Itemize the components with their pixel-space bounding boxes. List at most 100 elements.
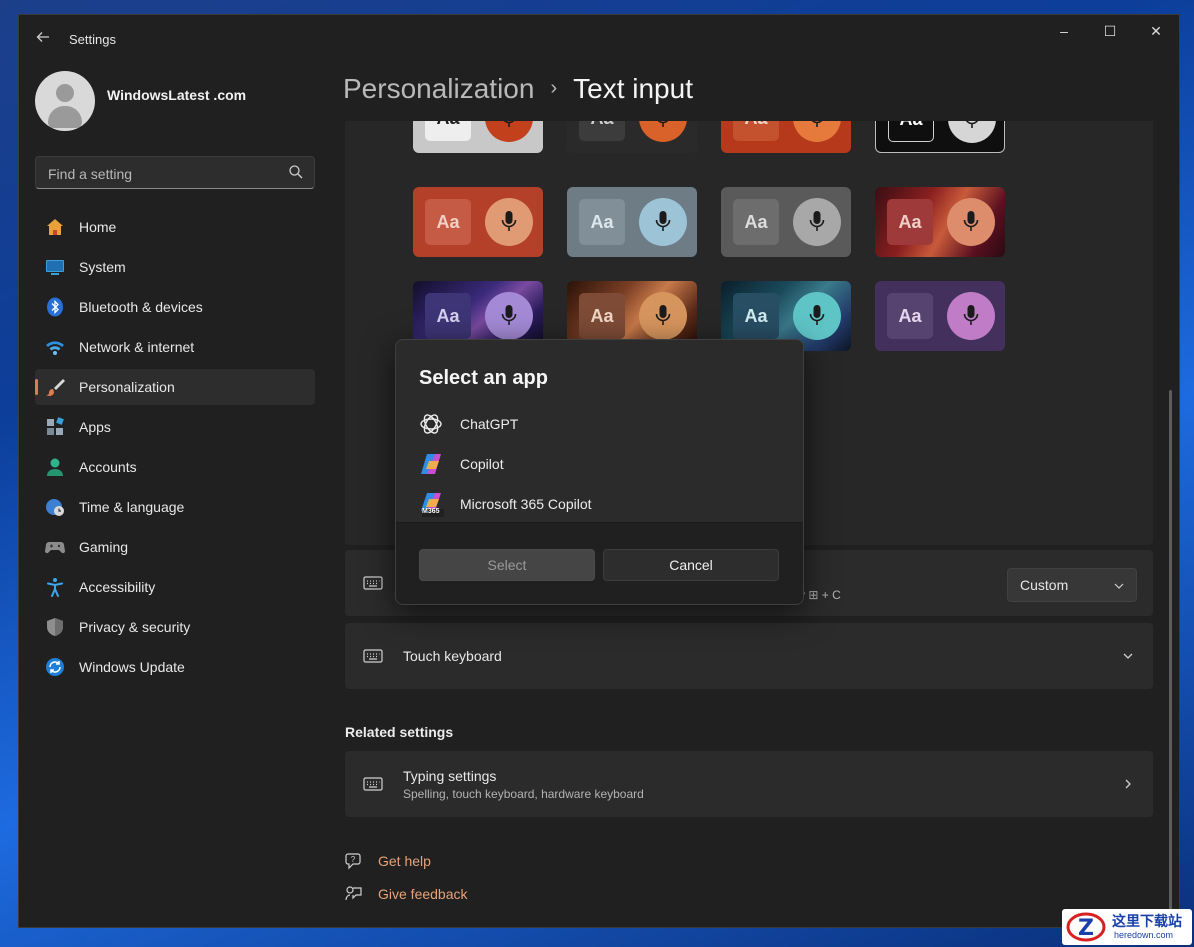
close-button[interactable]: ✕ (1133, 15, 1179, 47)
title-bar: Settings – ☐ ✕ (19, 15, 1179, 63)
microphone-icon (639, 121, 687, 142)
get-help-row[interactable]: ? Get help (345, 852, 431, 870)
app-option-label: Copilot (460, 456, 504, 472)
sidebar-item-label: Accounts (79, 459, 137, 475)
minimize-button[interactable]: – (1041, 15, 1087, 47)
theme-tile[interactable]: Aa (567, 121, 697, 153)
heredown-logo-icon: Z (1066, 912, 1106, 942)
sidebar-item-personalization[interactable]: Personalization (35, 369, 315, 405)
theme-tile[interactable]: Aa (721, 121, 851, 153)
select-button[interactable]: Select (419, 549, 595, 581)
theme-tile[interactable]: Aa (567, 187, 697, 257)
app-option-chatgpt[interactable]: ChatGPT (418, 410, 518, 438)
app-option-copilot[interactable]: Copilot (418, 450, 504, 478)
window-title: Settings (69, 32, 116, 47)
search-icon[interactable] (288, 164, 304, 180)
sidebar-item-system[interactable]: System (35, 249, 315, 285)
tile-preview-text: Aa (579, 121, 625, 141)
dropdown-value: Custom (1020, 577, 1069, 593)
dialog-footer: Select Cancel (396, 522, 803, 604)
tile-preview-text: Aa (887, 199, 933, 245)
chevron-right-icon (1125, 779, 1131, 789)
microphone-icon (485, 292, 533, 340)
copilot-icon (421, 454, 441, 474)
breadcrumb-separator: › (550, 77, 558, 99)
sidebar-item-label: Windows Update (79, 659, 185, 675)
site-watermark: Z 这里下载站 heredown.com (1062, 909, 1192, 945)
tile-preview-text: Aa (425, 293, 471, 339)
system-icon (46, 260, 64, 275)
give-feedback-row[interactable]: Give feedback (345, 885, 468, 903)
wifi-icon (46, 341, 64, 355)
svg-text:?: ? (351, 855, 356, 864)
keyboard-icon (363, 576, 383, 590)
user-name: WindowsLatest .com (107, 87, 247, 103)
keyboard-icon (363, 649, 383, 663)
sidebar-item-windows-update[interactable]: Windows Update (35, 649, 315, 685)
microphone-icon (485, 121, 533, 142)
back-arrow-icon[interactable] (33, 29, 53, 49)
sidebar-item-gaming[interactable]: Gaming (35, 529, 315, 565)
microphone-icon (639, 198, 687, 246)
dialog-title: Select an app (419, 367, 548, 389)
home-icon (47, 219, 63, 235)
breadcrumb: Personalization › Text input (343, 73, 693, 105)
cancel-button[interactable]: Cancel (603, 549, 779, 581)
microphone-icon (639, 292, 687, 340)
related-settings-heading: Related settings (345, 724, 454, 740)
sidebar-item-accessibility[interactable]: Accessibility (35, 569, 315, 605)
get-help-link[interactable]: Get help (378, 853, 431, 869)
give-feedback-link[interactable]: Give feedback (378, 886, 468, 902)
theme-tile[interactable]: Aa (413, 187, 543, 257)
sidebar-item-label: Network & internet (79, 339, 195, 355)
chevron-down-icon (1114, 583, 1124, 589)
tile-preview-text: Aa (579, 199, 625, 245)
theme-tile[interactable]: Aa (413, 121, 543, 153)
svg-text:Z: Z (1078, 916, 1094, 941)
sidebar-item-time-language[interactable]: Time & language (35, 489, 315, 525)
app-option-label: ChatGPT (460, 416, 519, 432)
microphone-icon (947, 198, 995, 246)
typing-settings-card[interactable]: Typing settings Spelling, touch keyboard… (345, 751, 1153, 817)
scrollbar[interactable] (1169, 390, 1172, 910)
sidebar-item-network[interactable]: Network & internet (35, 329, 315, 365)
theme-tile[interactable]: Aa (875, 187, 1005, 257)
tile-preview-text: Aa (579, 293, 625, 339)
help-icon: ? (345, 853, 361, 870)
bluetooth-icon (47, 297, 63, 317)
maximize-button[interactable]: ☐ (1087, 15, 1133, 47)
theme-tile[interactable]: Aa (721, 187, 851, 257)
touch-keyboard-label: Touch keyboard (403, 648, 502, 664)
breadcrumb-parent[interactable]: Personalization (343, 73, 534, 104)
avatar[interactable] (35, 71, 95, 131)
chevron-down-icon[interactable] (1121, 649, 1135, 663)
app-option-label: Microsoft 365 Copilot (460, 496, 592, 512)
sidebar-item-bluetooth[interactable]: Bluetooth & devices (35, 289, 315, 325)
microphone-icon (793, 198, 841, 246)
sidebar-item-home[interactable]: Home (35, 209, 315, 245)
sidebar-item-privacy[interactable]: Privacy & security (35, 609, 315, 645)
search-box[interactable] (35, 156, 315, 190)
paintbrush-icon (46, 379, 65, 396)
touch-keyboard-card[interactable]: Touch keyboard (345, 623, 1153, 689)
watermark-url: heredown.com (1114, 930, 1174, 940)
page-title: Text input (573, 73, 693, 104)
settings-window: Settings – ☐ ✕ WindowsLatest .com Home S… (18, 14, 1180, 928)
microphone-icon (485, 198, 533, 246)
microphone-icon (947, 292, 995, 340)
typing-settings-title: Typing settings (403, 768, 497, 784)
theme-tile[interactable]: Aa (875, 281, 1005, 351)
keyboard-icon (363, 777, 383, 791)
sidebar-item-apps[interactable]: Apps (35, 409, 315, 445)
sidebar-item-accounts[interactable]: Accounts (35, 449, 315, 485)
sidebar-item-label: System (79, 259, 126, 275)
app-option-m365-copilot[interactable]: Microsoft 365 Copilot M365 (418, 490, 592, 518)
search-input[interactable] (46, 157, 280, 190)
theme-tile[interactable]: Aa (875, 121, 1005, 153)
tile-preview-text: Aa (733, 199, 779, 245)
m365-badge: M365 (422, 508, 440, 515)
voice-typing-dropdown[interactable]: Custom (1007, 568, 1137, 602)
accessibility-icon (47, 578, 63, 597)
sidebar-item-label: Apps (79, 419, 111, 435)
sidebar-item-label: Home (79, 219, 117, 235)
